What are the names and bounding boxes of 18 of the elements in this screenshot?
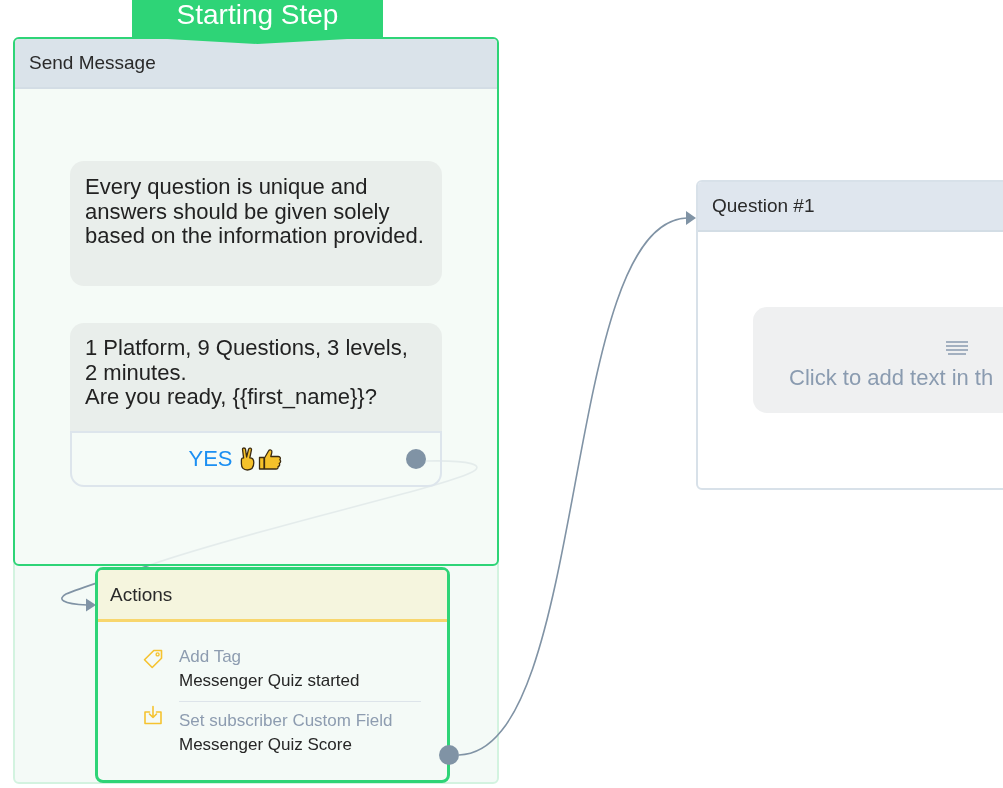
message-node[interactable]: Send Message Every question is unique and answers should be given solely based on the information provided. 1 Platform, 9 Questions, 3 levels, 2 minutes. Are you ready, {{first_name}}? YES — [13, 37, 499, 566]
victory-hand-icon — [238, 447, 257, 471]
tag-icon — [143, 649, 163, 669]
action-label: Add Tag — [179, 646, 242, 668]
node-header: Actions — [98, 570, 447, 622]
action-label: Set subscriber Custom Field — [179, 710, 393, 732]
starting-step-banner: Starting Step — [132, 0, 383, 44]
action-value: Messenger Quiz started — [179, 670, 360, 692]
download-icon — [143, 705, 163, 725]
message-bubble: Every question is unique and answers should be given solely based on the information provided. — [70, 161, 442, 286]
actions-node[interactable]: Actions Add Tag Messenger Quiz started Set subscriber Custom Field Messenger Quiz Score — [95, 567, 450, 783]
thumbs-up-icon — [257, 448, 282, 470]
output-port-icon[interactable] — [406, 449, 426, 469]
node-header: Send Message — [15, 39, 497, 89]
action-value: Messenger Quiz Score — [179, 734, 352, 756]
message-bubble: 1 Platform, 9 Questions, 3 levels, 2 minutes. Are you ready, {{first_name}}? — [70, 323, 442, 431]
text-lines-icon — [946, 341, 968, 355]
node-header: Question #1 — [698, 182, 1003, 232]
